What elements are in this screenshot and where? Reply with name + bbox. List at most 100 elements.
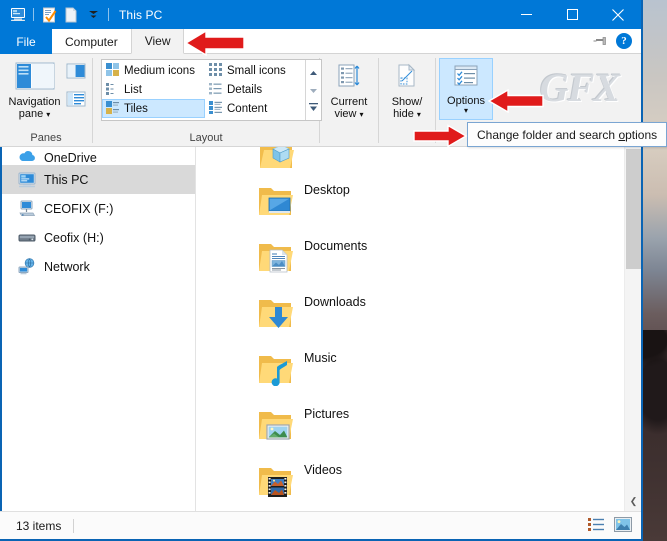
music-folder-icon <box>258 352 293 387</box>
tab-computer[interactable]: Computer <box>52 29 131 54</box>
ribbon-group-layout: Medium icons List Tiles Small icons Deta… <box>93 54 322 146</box>
file-item-videos[interactable]: Videos <box>196 451 641 507</box>
tooltip-text: Change folder and search options <box>477 127 658 142</box>
chevron-down-icon: ▾ <box>463 106 468 115</box>
arrow-pointing-to-dialog-launcher <box>412 123 468 149</box>
current-view-button[interactable]: Current view ▾ <box>322 58 376 120</box>
medium-icons-icon <box>106 63 119 79</box>
customize-dropdown-icon[interactable] <box>82 4 104 26</box>
network-drive-icon <box>18 200 36 218</box>
preview-pane-icon[interactable] <box>66 63 86 84</box>
file-item-music[interactable]: Music <box>196 339 641 395</box>
scrollbar-thumb[interactable] <box>626 149 641 269</box>
minimize-icon[interactable] <box>503 0 549 29</box>
sidebar-item-label: OneDrive <box>44 151 97 165</box>
scroll-up-icon[interactable] <box>309 63 318 81</box>
status-separator <box>73 518 75 533</box>
layout-option-details[interactable]: Details <box>205 81 305 100</box>
large-icons-view-icon[interactable] <box>614 516 632 535</box>
options-button[interactable]: Options ▾ <box>439 58 493 120</box>
details-pane-icon[interactable] <box>66 91 86 112</box>
sidebar-item-label: This PC <box>44 172 89 187</box>
file-list-pane: Desktop Documents Downloads Music Pictur… <box>196 147 641 511</box>
ribbon-group-label-layout: Layout <box>189 132 223 144</box>
new-folder-icon[interactable] <box>60 4 82 26</box>
layout-gallery-column-2: Small icons Details Content <box>205 60 305 120</box>
file-list: Desktop Documents Downloads Music Pictur… <box>196 147 641 507</box>
arrow-pointing-to-view-tab <box>184 28 246 58</box>
file-explorer-window: This PC File Computer View ? Navigation … <box>0 0 667 541</box>
help-icon[interactable]: ? <box>616 33 632 49</box>
file-item-documents[interactable]: Documents <box>196 227 641 283</box>
tooltip-change-folder-options: Change folder and search options <box>467 122 667 147</box>
more-options-icon[interactable] <box>309 99 318 117</box>
layout-option-content[interactable]: Content <box>205 99 305 118</box>
layout-option-small-icons[interactable]: Small icons <box>205 62 305 81</box>
tab-view[interactable]: View <box>130 29 185 54</box>
file-item-downloads[interactable]: Downloads <box>196 283 641 339</box>
scroll-down-icon[interactable]: ❮ <box>625 493 641 509</box>
details-view-icon[interactable] <box>588 517 605 535</box>
layout-gallery-column-1: Medium icons List Tiles <box>102 60 205 120</box>
show-hide-label-1: Show/ <box>391 96 423 108</box>
downloads-folder-icon <box>258 296 293 328</box>
layout-option-label: Medium icons <box>124 65 195 78</box>
sidebar-item-ceofix-h[interactable]: Ceofix (H:) <box>0 223 195 252</box>
chevron-down-icon: ▾ <box>416 110 421 119</box>
maximize-icon[interactable] <box>549 0 595 29</box>
file-item-desktop[interactable]: Desktop <box>196 171 641 227</box>
pin-ribbon-icon[interactable] <box>593 33 609 49</box>
documents-folder-icon <box>258 240 293 273</box>
this-pc-icon[interactable] <box>7 4 29 26</box>
sidebar-item-ceofix-f[interactable]: CEOFIX (F:) <box>0 194 195 223</box>
qat-separator-2 <box>108 8 109 21</box>
sidebar-item-label: Ceofix (H:) <box>44 230 104 245</box>
file-item-label: Music <box>304 351 337 365</box>
videos-folder-icon <box>258 464 293 497</box>
ribbon-group-panes: Navigation pane ▾ Panes <box>0 54 92 146</box>
options-icon <box>453 64 479 91</box>
layout-option-label: List <box>124 83 142 96</box>
sidebar-item-label: Network <box>44 259 90 274</box>
file-item-pictures[interactable]: Pictures <box>196 395 641 451</box>
chevron-down-icon: ▾ <box>46 110 51 119</box>
file-item-label: Documents <box>304 239 368 253</box>
qat-separator <box>33 8 34 21</box>
file-item-label: Videos <box>304 463 342 477</box>
arrow-pointing-to-options-button <box>487 87 545 115</box>
layout-option-medium-icons[interactable]: Medium icons <box>102 62 205 81</box>
this-pc-icon <box>18 171 36 189</box>
window-title: This PC <box>119 7 163 22</box>
content-icon <box>209 100 222 117</box>
sidebar-item-network[interactable]: Network <box>0 252 195 281</box>
explorer-body: OneDrive This PC CEOFIX (F:) Ceofix (H:) <box>0 147 641 511</box>
chevron-down-icon: ▾ <box>359 110 364 119</box>
sidebar-item-onedrive[interactable]: OneDrive <box>0 147 195 165</box>
window-controls <box>503 0 641 29</box>
vertical-scrollbar[interactable]: ❮ <box>624 147 641 511</box>
hard-drive-icon <box>18 229 36 247</box>
layout-option-tiles[interactable]: Tiles <box>102 99 205 118</box>
file-item-label: Desktop <box>304 183 350 197</box>
layout-gallery-scrollbar[interactable] <box>305 60 321 120</box>
current-view-icon <box>336 63 362 92</box>
show-hide-icon <box>394 63 420 92</box>
layout-option-label: Content <box>227 102 268 115</box>
sidebar-item-this-pc[interactable]: This PC <box>0 165 195 194</box>
scroll-down-icon[interactable] <box>309 81 318 99</box>
show-hide-button[interactable]: Show/ hide ▾ <box>381 58 433 120</box>
layout-gallery: Medium icons List Tiles Small icons Deta… <box>101 59 322 121</box>
small-icons-icon <box>209 63 222 79</box>
layout-option-label: Details <box>227 84 263 96</box>
ribbon-tab-strip: File Computer View ? <box>0 29 641 54</box>
tab-file[interactable]: File <box>0 29 52 54</box>
navigation-pane-button[interactable]: Navigation pane ▾ <box>6 58 63 120</box>
file-item-3d-objects[interactable] <box>196 147 641 171</box>
close-icon[interactable] <box>595 0 641 29</box>
properties-icon[interactable] <box>38 4 60 26</box>
layout-option-list[interactable]: List <box>102 81 205 100</box>
ribbon-group-current-view: Current view ▾ <box>320 54 378 146</box>
navigation-accent-bar <box>0 147 2 511</box>
title-bar: This PC <box>0 0 641 29</box>
ribbon-group-label-panes: Panes <box>30 132 62 144</box>
